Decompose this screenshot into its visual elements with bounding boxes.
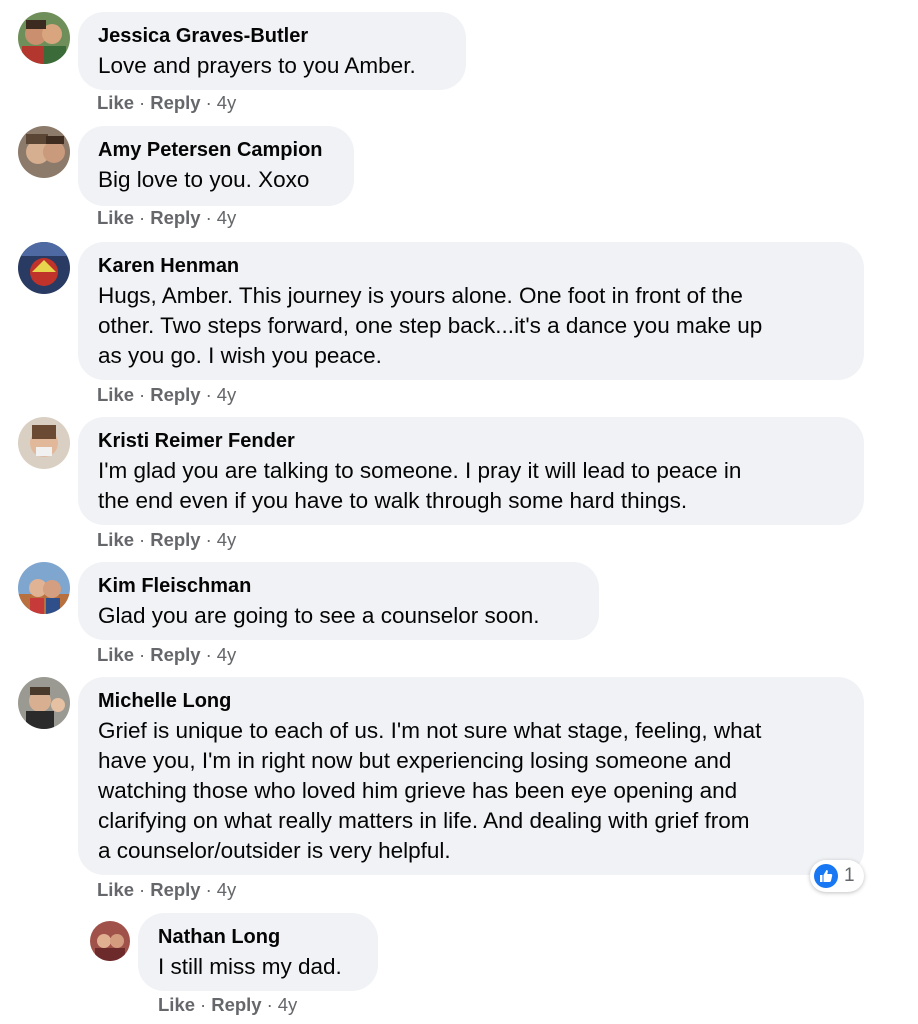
comment-text-line: Grief is unique to each of us. I'm not s… <box>98 718 762 743</box>
separator-dot: · <box>200 994 207 1015</box>
timestamp[interactable]: 4y <box>217 529 237 550</box>
avatar[interactable] <box>18 417 70 469</box>
reply-button[interactable]: Reply <box>150 529 200 550</box>
separator-dot: · <box>139 92 146 113</box>
comment-text-line: watching those who loved him grieve has … <box>98 778 738 803</box>
timestamp[interactable]: 4y <box>217 644 237 665</box>
avatar[interactable] <box>18 562 70 614</box>
comment-text-line: have you, I'm in right now but experienc… <box>98 748 732 773</box>
comment-text: Hugs, Amber. This journey is yours alone… <box>98 281 844 371</box>
avatar[interactable] <box>18 242 70 294</box>
timestamp[interactable]: 4y <box>217 92 237 113</box>
comment-text: I'm glad you are talking to someone. I p… <box>98 456 844 516</box>
reply-button[interactable]: Reply <box>150 92 200 113</box>
comment-author[interactable]: Michelle Long <box>98 689 844 713</box>
separator-dot: · <box>139 207 146 228</box>
comment-text-line: a counselor/outsider is very helpful. <box>98 838 451 863</box>
comment-text-line: I'm glad you are talking to someone. I p… <box>98 458 742 483</box>
comment-text: Glad you are going to see a counselor so… <box>98 603 540 628</box>
comment-bubble: Michelle Long Grief is unique to each of… <box>78 677 864 875</box>
comment-text-line: Hugs, Amber. This journey is yours alone… <box>98 283 743 308</box>
comment-text-line: other. Two steps forward, one step back.… <box>98 313 763 338</box>
separator-dot: · <box>139 644 146 665</box>
comment-bubble: Karen Henman Hugs, Amber. This journey i… <box>78 242 864 380</box>
like-button[interactable]: Like <box>97 879 134 900</box>
like-button[interactable]: Like <box>97 384 134 405</box>
reply-actions: Like · Reply · 4y <box>158 994 297 1016</box>
comment-author[interactable]: Kim Fleischman <box>98 574 579 598</box>
timestamp[interactable]: 4y <box>217 384 237 405</box>
reply-button[interactable]: Reply <box>211 994 261 1015</box>
separator-dot: · <box>205 879 212 900</box>
comment-text: Love and prayers to you Amber. <box>98 53 416 78</box>
separator-dot: · <box>139 384 146 405</box>
comment-bubble: Nathan Long I still miss my dad. <box>138 913 378 991</box>
comment-text-line: as you go. I wish you peace. <box>98 343 382 368</box>
comment-actions: Like · Reply · 4y <box>97 529 236 551</box>
like-button[interactable]: Like <box>97 529 134 550</box>
separator-dot: · <box>205 529 212 550</box>
separator-dot: · <box>205 384 212 405</box>
separator-dot: · <box>266 994 273 1015</box>
avatar[interactable] <box>18 12 70 64</box>
comment-actions: Like · Reply · 4y <box>97 92 236 114</box>
reply-button[interactable]: Reply <box>150 207 200 228</box>
like-button[interactable]: Like <box>97 92 134 113</box>
separator-dot: · <box>205 207 212 228</box>
timestamp[interactable]: 4y <box>217 207 237 228</box>
comment-text: Grief is unique to each of us. I'm not s… <box>98 716 844 866</box>
like-button[interactable]: Like <box>97 207 134 228</box>
comment-author[interactable]: Amy Petersen Campion <box>98 138 334 162</box>
separator-dot: · <box>139 529 146 550</box>
separator-dot: · <box>205 92 212 113</box>
like-button[interactable]: Like <box>97 644 134 665</box>
comment-text-line: clarifying on what really matters in lif… <box>98 808 750 833</box>
comment-bubble: Amy Petersen Campion Big love to you. Xo… <box>78 126 354 206</box>
comment-author[interactable]: Kristi Reimer Fender <box>98 429 844 453</box>
comment-actions: Like · Reply · 4y <box>97 644 236 666</box>
comment-text-line: the end even if you have to walk through… <box>98 488 688 513</box>
comment-actions: Like · Reply · 4y <box>97 207 236 229</box>
comment-author[interactable]: Karen Henman <box>98 254 844 278</box>
comment-text: Big love to you. Xoxo <box>98 167 310 192</box>
reply-button[interactable]: Reply <box>150 644 200 665</box>
comment-actions: Like · Reply · 4y <box>97 879 236 901</box>
comment-actions: Like · Reply · 4y <box>97 384 236 406</box>
comment-bubble: Kim Fleischman Glad you are going to see… <box>78 562 599 640</box>
timestamp[interactable]: 4y <box>278 994 298 1015</box>
comment-bubble: Kristi Reimer Fender I'm glad you are ta… <box>78 417 864 525</box>
avatar[interactable] <box>90 921 130 961</box>
avatar[interactable] <box>18 126 70 178</box>
timestamp[interactable]: 4y <box>217 879 237 900</box>
separator-dot: · <box>205 644 212 665</box>
separator-dot: · <box>139 879 146 900</box>
like-button[interactable]: Like <box>158 994 195 1015</box>
reaction-count: 1 <box>844 865 855 886</box>
comment-bubble: Jessica Graves-Butler Love and prayers t… <box>78 12 466 90</box>
reply-button[interactable]: Reply <box>150 384 200 405</box>
comment-author[interactable]: Jessica Graves-Butler <box>98 24 446 48</box>
avatar[interactable] <box>18 677 70 729</box>
like-reaction-icon <box>814 864 838 888</box>
reply-button[interactable]: Reply <box>150 879 200 900</box>
reaction-count-badge[interactable]: 1 <box>810 860 864 892</box>
comment-author[interactable]: Nathan Long <box>158 925 358 949</box>
comment-text: I still miss my dad. <box>158 954 342 979</box>
